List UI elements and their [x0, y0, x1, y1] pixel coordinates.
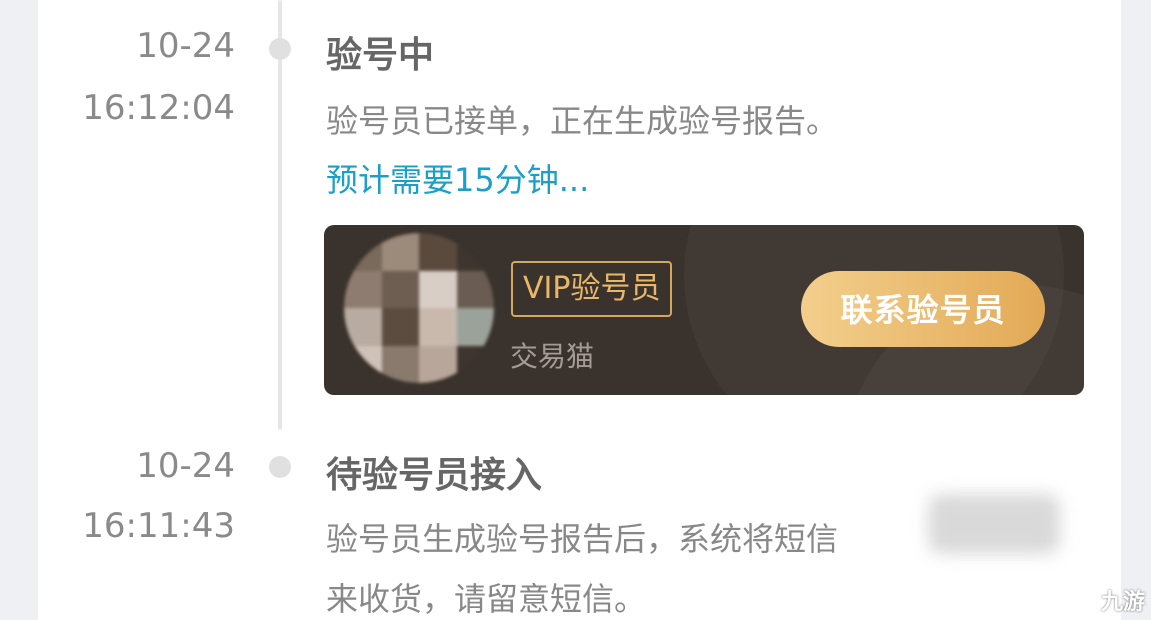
watermark-text: 九游 [1100, 590, 1145, 615]
redacted-text-mask [928, 494, 1060, 554]
entry-description-line2: 来收货，请留意短信。 [326, 580, 647, 618]
timeline-dot [269, 38, 291, 60]
watermark-logo-icon [1071, 587, 1095, 612]
watermark: 九游 [1069, 584, 1145, 616]
entry-description: 验号员已接单，正在生成验号报告。 [326, 102, 839, 140]
contact-inspector-button[interactable]: 联系验号员 [801, 271, 1045, 347]
inspector-card: VIP验号员 交易猫 联系验号员 [324, 225, 1084, 395]
entry-time: 16:12:04 [82, 88, 235, 128]
estimate-time: 预计需要15分钟... [326, 161, 590, 199]
entry-date: 10-24 [136, 26, 235, 66]
avatar-icon [344, 233, 494, 383]
company-name: 交易猫 [510, 340, 595, 373]
entry-date: 10-24 [136, 446, 235, 486]
entry-time: 16:11:43 [82, 506, 235, 546]
entry-title: 待验号员接入 [326, 455, 543, 496]
order-progress-card: 10-24 16:12:04 验号中 验号员已接单，正在生成验号报告。 预计需要… [38, 0, 1121, 620]
timeline-line [278, 0, 282, 430]
entry-title: 验号中 [326, 35, 435, 76]
entry-description-line1: 验号员生成验号报告后，系统将短信 [326, 520, 839, 558]
timeline-dot [269, 456, 291, 478]
vip-inspector-badge: VIP验号员 [511, 261, 673, 317]
